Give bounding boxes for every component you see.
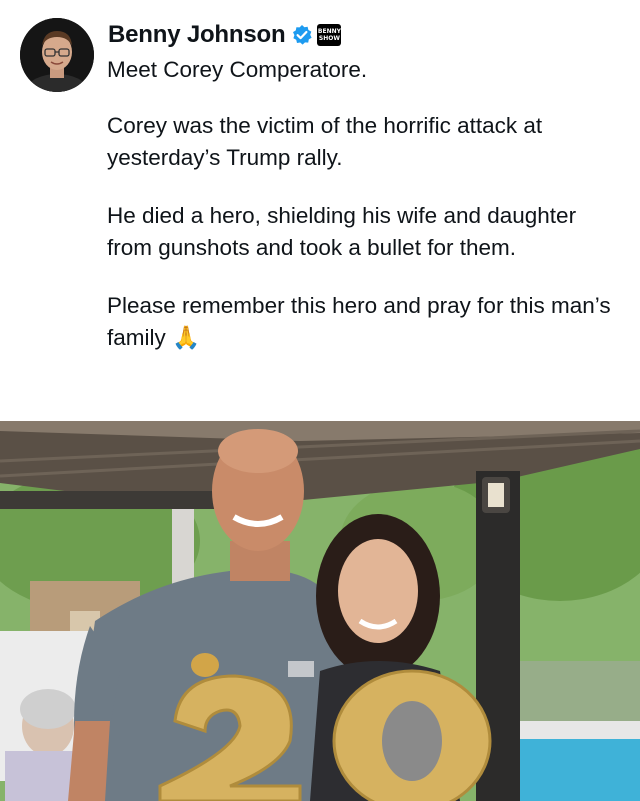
author-name[interactable]: Benny Johnson (108, 21, 286, 49)
avatar-portrait (20, 18, 94, 92)
author-row: Benny Johnson BENNY SHOW (108, 18, 342, 52)
post-paragraph: Please remember this hero and pray for t… (107, 290, 617, 354)
post-paragraph: Meet Corey Comperatore. (107, 57, 368, 82)
post-text: Meet Corey Comperatore. Corey was the vi… (107, 54, 617, 380)
post-paragraph: He died a hero, shielding his wife and d… (107, 203, 577, 260)
post-photo[interactable] (0, 421, 640, 801)
verified-badge-icon (291, 24, 313, 46)
photo-image (0, 421, 640, 801)
post-paragraph: Corey was the victim of the horrific att… (107, 113, 543, 170)
praying-hands-emoji: 🙏 (172, 325, 201, 350)
author-avatar[interactable] (20, 18, 94, 92)
affiliate-badge-icon[interactable]: BENNY SHOW (317, 24, 342, 46)
